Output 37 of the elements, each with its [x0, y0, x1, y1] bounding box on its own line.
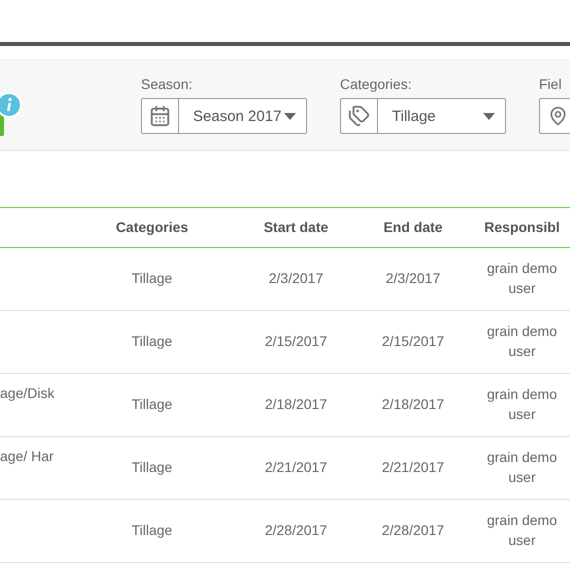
- table-cell-text: 2/28/2017: [382, 521, 444, 540]
- table-cell-text: 2/15/2017: [382, 332, 444, 352]
- table-cell-text: 2/21/2017: [264, 458, 328, 478]
- table-cell-text: Tillage: [132, 269, 172, 288]
- calendar-icon: [149, 105, 171, 127]
- column-header[interactable]: Start date: [264, 218, 328, 238]
- table-cell-text: age/ Har: [0, 447, 54, 466]
- filter-dropdown[interactable]: Season 2017: [141, 98, 307, 134]
- table-cell-text: grain demo user: [486, 259, 558, 298]
- table-cell-text: 2/15/2017: [264, 332, 328, 352]
- table-cell-text: 2/3/2017: [268, 269, 324, 288]
- table-cell-text: grain demo user: [486, 511, 558, 550]
- table-cell-text: grain demo user: [486, 385, 558, 424]
- tags-icon: [348, 105, 370, 127]
- table-cell-text: 2/21/2017: [382, 458, 444, 478]
- filter-dropdown[interactable]: Tillage: [340, 98, 506, 134]
- table-cell-text: grain demo user: [486, 448, 558, 487]
- table-cell-text: 2/18/2017: [264, 395, 328, 414]
- info-icon[interactable]: [0, 92, 22, 118]
- table-cell-text: Tillage: [132, 332, 172, 352]
- filter-label: Categories:: [340, 76, 413, 92]
- table-cell-text: 2/18/2017: [382, 395, 444, 414]
- table-cell-text: 2/28/2017: [264, 521, 328, 540]
- column-header[interactable]: Responsibl: [484, 218, 560, 238]
- table-cell-text: grain demo user: [486, 322, 558, 361]
- table-cell-text: age/Disk: [0, 384, 54, 403]
- table-cell-text: Tillage: [132, 521, 172, 540]
- filter-label: Fiel: [539, 76, 563, 92]
- table-cell-text: 2/3/2017: [386, 269, 440, 288]
- table-cell-text: Tillage: [132, 395, 172, 414]
- filter-label: Season:: [141, 76, 194, 92]
- table-cell-text: Tillage: [132, 458, 172, 478]
- caret-icon: [483, 112, 495, 120]
- column-header[interactable]: Categories: [116, 218, 188, 238]
- caret-icon: [284, 112, 296, 120]
- column-header[interactable]: End date: [383, 218, 443, 238]
- map-pin-icon: [548, 106, 568, 126]
